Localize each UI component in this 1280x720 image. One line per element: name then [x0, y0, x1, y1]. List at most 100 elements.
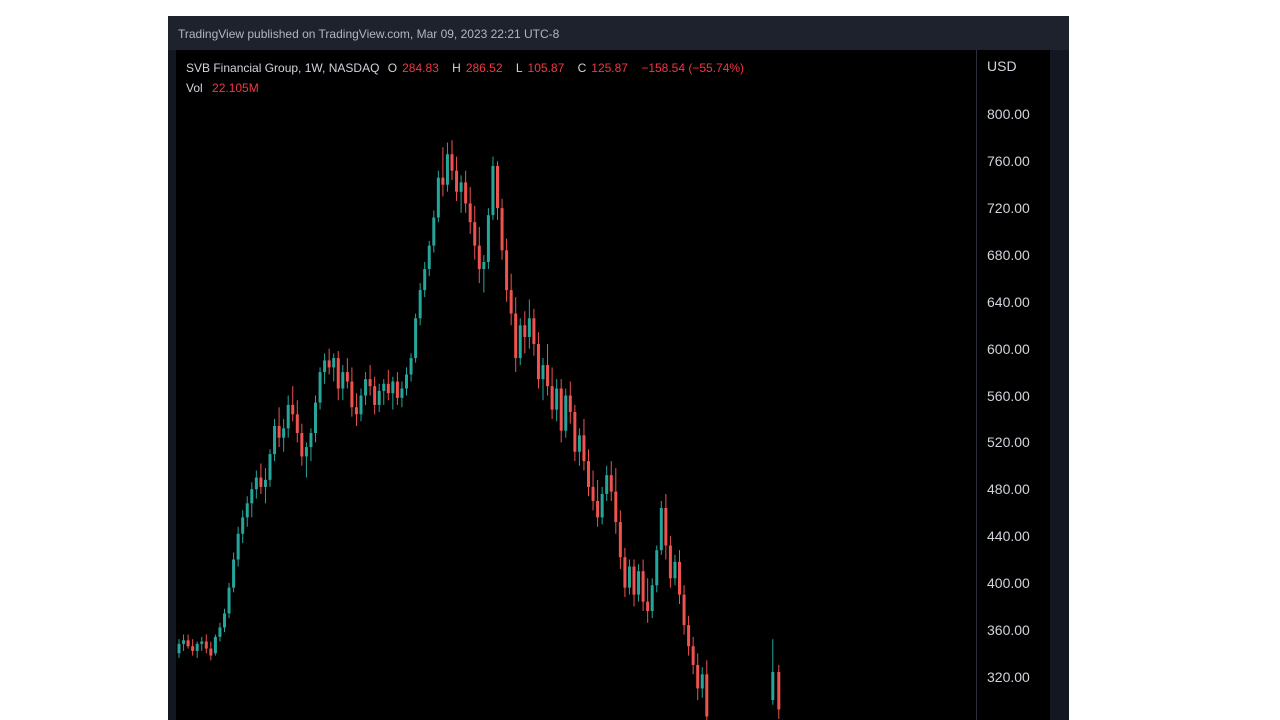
candle-body: [323, 360, 327, 373]
candle-body: [373, 386, 377, 405]
candle-body: [505, 250, 509, 291]
candle-body: [482, 262, 486, 270]
candle-body: [445, 154, 449, 185]
candle-body: [186, 640, 190, 647]
publish-info: TradingView published on TradingView.com…: [178, 27, 560, 41]
low-value: 105.87: [527, 61, 565, 75]
candle-body: [309, 433, 313, 448]
candle-body: [532, 318, 536, 345]
candle-body: [591, 486, 595, 501]
chart-frame: TradingView published on TradingView.com…: [168, 16, 1069, 720]
price-tick-label: 360.00: [987, 621, 1030, 638]
candle-body: [364, 379, 368, 396]
candle-body: [541, 365, 545, 380]
candle-body: [213, 636, 217, 654]
candle-body: [423, 269, 427, 291]
candle-body: [273, 425, 277, 455]
price-tick-label: 720.00: [987, 200, 1030, 217]
candle-body: [204, 641, 208, 649]
candle-body: [391, 381, 395, 394]
price-tick-label: 760.00: [987, 153, 1030, 170]
candle-body: [618, 522, 622, 558]
candle-body: [496, 165, 499, 209]
price-tick-label: 640.00: [987, 293, 1030, 310]
candlestick-series: [177, 140, 781, 720]
candle-body: [600, 493, 604, 518]
candle-body: [295, 414, 299, 434]
candle-body: [659, 507, 663, 551]
plot-area[interactable]: SVB Financial Group, 1W, NASDAQ O 284.83 …: [176, 50, 976, 720]
high-label: H: [452, 61, 461, 75]
change-value: −158.54 (−55.74%): [641, 61, 745, 75]
candle-body: [209, 648, 213, 656]
price-tick-label: 480.00: [987, 481, 1030, 498]
candle-body: [550, 386, 554, 410]
close-label: C: [577, 61, 587, 75]
candle-body: [382, 383, 386, 391]
candle-body: [195, 643, 199, 651]
candle-body: [486, 215, 490, 263]
candle-body: [637, 571, 641, 595]
candle-body: [646, 601, 650, 612]
price-tick-label: 520.00: [987, 434, 1030, 451]
currency-label: USD: [987, 58, 1017, 74]
close-value: 125.87: [591, 61, 628, 75]
open-value: 284.83: [402, 61, 439, 75]
volume-value: 22.105M: [212, 81, 259, 95]
candle-body: [304, 447, 308, 457]
candle-body: [527, 318, 531, 337]
price-axis[interactable]: USD 800.00 760.00 720.00 680.00 640.00 600.00…: [976, 50, 1051, 720]
candle-body: [427, 245, 431, 270]
candle-body: [277, 425, 281, 438]
candle-body: [436, 177, 440, 218]
candle-body: [777, 671, 781, 710]
ohlc-legend: SVB Financial Group, 1W, NASDAQ O 284.83 …: [186, 61, 749, 75]
candle-body: [286, 404, 290, 429]
candle-body: [491, 165, 495, 216]
candle-body: [191, 646, 195, 651]
candle-body: [568, 395, 572, 412]
candle-body: [691, 646, 695, 665]
candle-body: [573, 411, 577, 452]
candle-body: [400, 388, 404, 398]
symbol-label: SVB Financial Group, 1W, NASDAQ: [186, 61, 380, 75]
candle-body: [418, 290, 422, 319]
candle-body: [582, 435, 586, 462]
candle-body: [318, 372, 322, 403]
candle-body: [705, 674, 709, 717]
candle-body: [623, 557, 627, 588]
candle-body: [236, 533, 240, 560]
candle-body: [263, 479, 267, 487]
candle-body: [241, 517, 245, 534]
price-tick-label: 560.00: [987, 387, 1030, 404]
candle-body: [227, 587, 231, 614]
price-tick-label: 680.00: [987, 246, 1030, 263]
candle-body: [354, 407, 358, 415]
candle-body: [218, 627, 222, 637]
candle-body: [455, 170, 459, 192]
candle-body: [254, 477, 258, 490]
candle-body: [200, 641, 204, 644]
candle-body: [336, 358, 340, 389]
volume-legend: Vol 22.105M: [186, 81, 265, 95]
candle-body: [673, 561, 677, 579]
candle-body: [771, 671, 775, 701]
candle-body: [268, 454, 272, 480]
candle-body: [632, 566, 636, 595]
candle-body: [555, 388, 559, 410]
candle-body: [587, 461, 590, 487]
candle-body: [596, 500, 600, 518]
candle-body: [605, 475, 609, 494]
candle-body: [546, 365, 550, 387]
candle-body: [332, 358, 336, 368]
price-tick-label: 440.00: [987, 528, 1030, 545]
candle-body: [250, 489, 254, 504]
candle-body: [441, 177, 445, 185]
candle-body: [650, 585, 654, 612]
candle-body: [509, 290, 513, 314]
candle-body: [609, 475, 613, 492]
candle-body: [664, 507, 668, 546]
candle-body: [291, 404, 295, 415]
candle-body: [468, 203, 472, 223]
candle-body: [473, 222, 477, 246]
